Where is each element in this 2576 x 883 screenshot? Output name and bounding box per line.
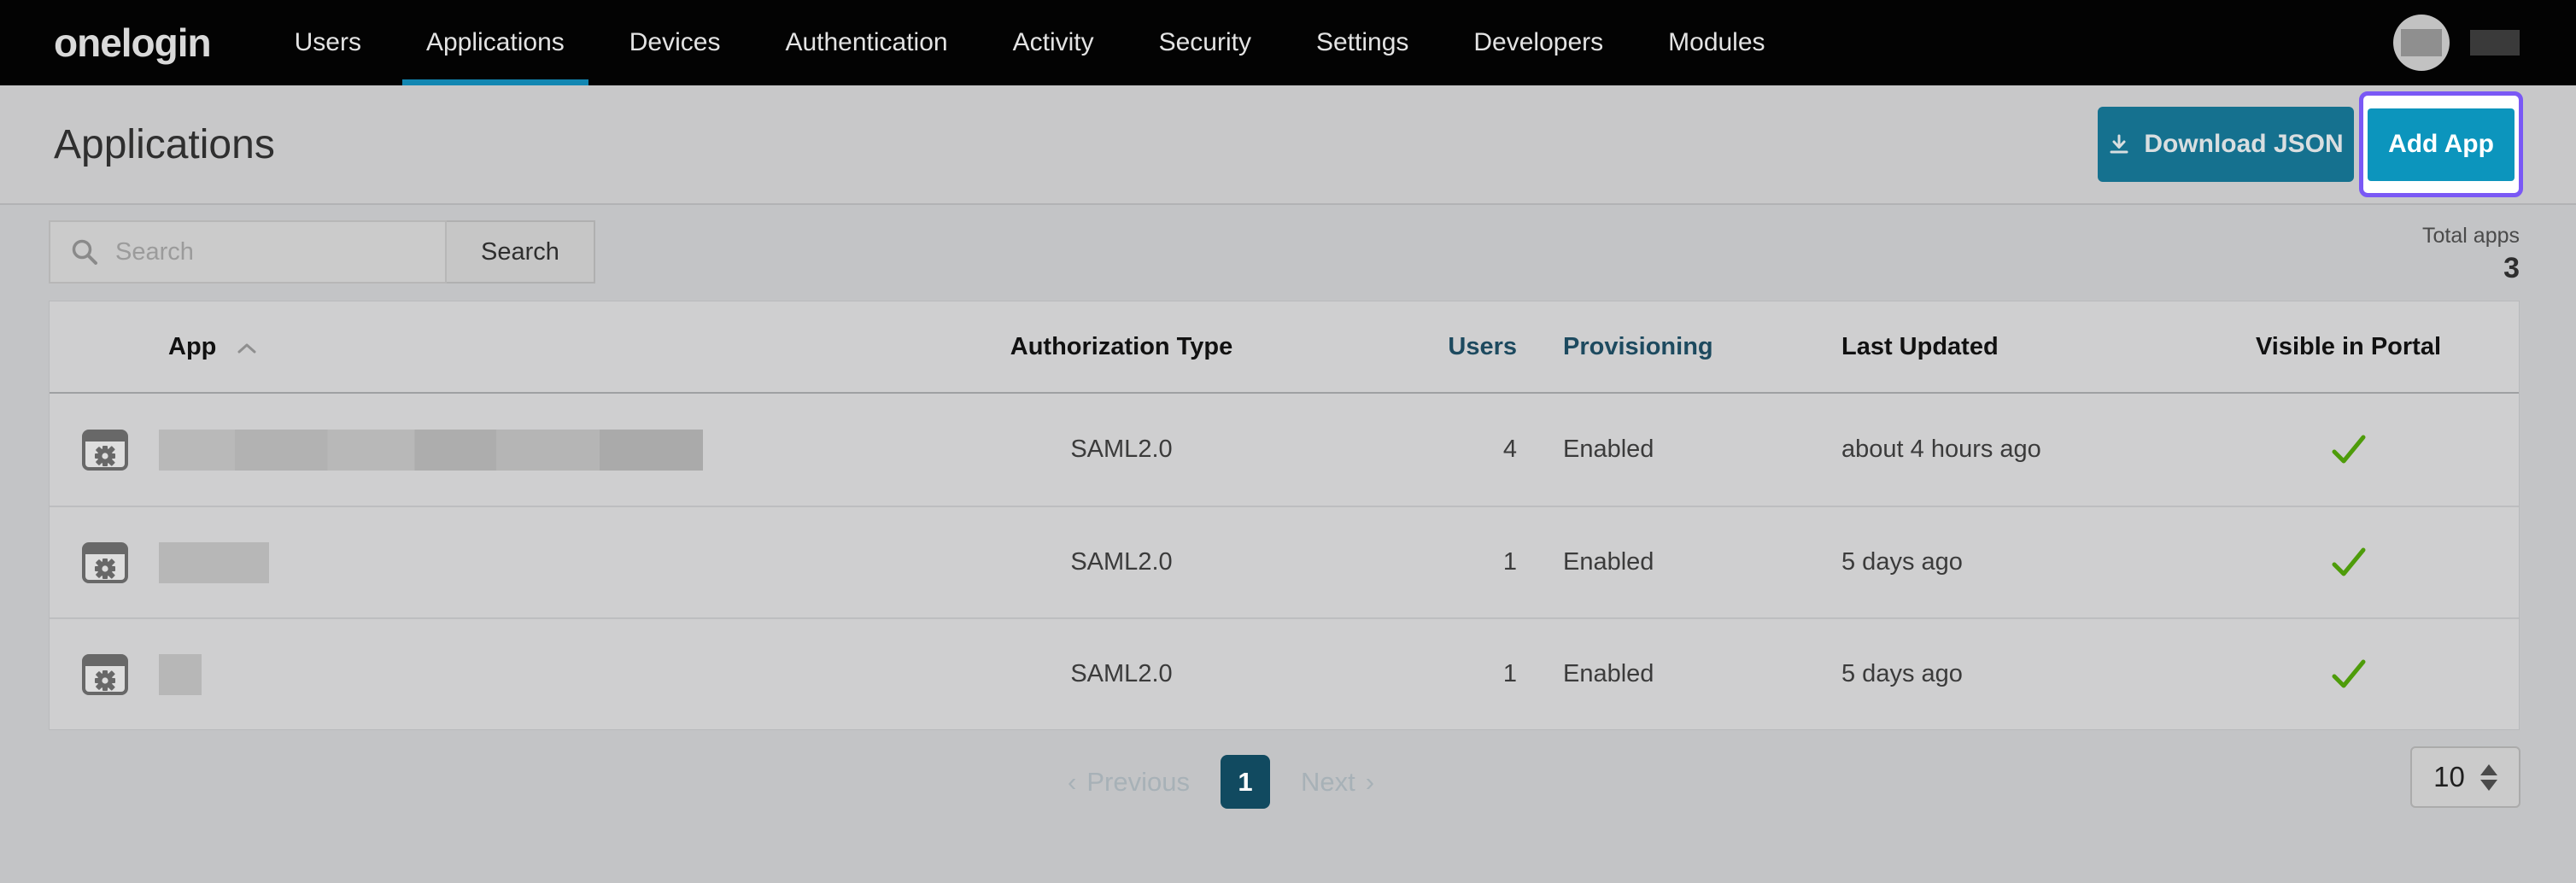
table-row[interactable]: SAML2.0 1 Enabled 5 days ago <box>50 506 2519 617</box>
app-cell <box>50 425 946 475</box>
app-cell <box>50 650 946 699</box>
generic-app-gear-icon <box>82 653 128 695</box>
nav-item-authentication[interactable]: Authentication <box>752 0 980 85</box>
auth-type-cell: SAML2.0 <box>1070 660 1173 687</box>
account-name-redacted[interactable] <box>2470 30 2520 56</box>
total-apps-count: 3 <box>2503 252 2520 284</box>
column-header-app[interactable]: App <box>50 333 946 361</box>
spinner-arrows-icon[interactable] <box>2479 763 2497 791</box>
page-header: Applications Download JSON Add App <box>0 85 2576 205</box>
users-count-cell: 4 <box>1502 436 1517 463</box>
search-input-box <box>49 220 447 284</box>
search-bar: Search <box>49 220 595 284</box>
applications-table: App Authorization Type Users Provisionin… <box>49 301 2520 730</box>
table-header-row: App Authorization Type Users Provisionin… <box>50 301 2519 394</box>
avatar-redacted-image <box>2401 29 2442 56</box>
nav-item-security[interactable]: Security <box>1127 0 1284 85</box>
generic-app-gear-icon <box>82 429 128 471</box>
users-count-cell: 1 <box>1502 548 1517 576</box>
user-avatar[interactable] <box>2393 15 2450 71</box>
next-label: Next <box>1300 766 1355 797</box>
onelogin-admin-screen: onelogin Users Applications Devices Auth… <box>0 0 2576 883</box>
auth-type-cell: SAML2.0 <box>1070 548 1173 576</box>
chevron-right-icon: › <box>1365 766 1375 797</box>
last-updated-cell: about 4 hours ago <box>1841 436 2041 463</box>
add-app-highlight-box: Add App <box>2359 91 2523 197</box>
column-header-provisioning[interactable]: Provisioning <box>1517 333 1782 361</box>
search-button[interactable]: Search <box>447 220 595 284</box>
visible-in-portal-cell <box>2178 546 2519 580</box>
nav-item-applications[interactable]: Applications <box>394 0 597 85</box>
nav-item-developers[interactable]: Developers <box>1441 0 1636 85</box>
visible-in-portal-cell <box>2178 658 2519 692</box>
last-updated-cell: 5 days ago <box>1841 548 1963 576</box>
nav-right-cluster <box>2393 0 2520 85</box>
page-size-selector[interactable]: 10 <box>2410 746 2520 808</box>
download-json-button[interactable]: Download JSON <box>2098 107 2354 182</box>
visible-check-icon <box>2332 547 2365 576</box>
column-header-visible-in-portal[interactable]: Visible in Portal <box>2178 333 2519 361</box>
pagination: ‹ Previous 1 Next › <box>1068 755 1374 809</box>
visible-check-icon <box>2332 659 2365 687</box>
total-apps-summary: Total apps 3 <box>2422 224 2520 285</box>
nav-item-users[interactable]: Users <box>262 0 394 85</box>
table-row[interactable]: SAML2.0 4 Enabled about 4 hours ago <box>50 394 2519 506</box>
download-json-label: Download JSON <box>2144 130 2344 158</box>
last-updated-cell: 5 days ago <box>1841 660 1963 687</box>
top-navigation-bar: onelogin Users Applications Devices Auth… <box>0 0 2576 85</box>
previous-page-button[interactable]: ‹ Previous <box>1068 767 1190 798</box>
app-name-redacted <box>159 653 202 695</box>
generic-app-gear-icon <box>82 541 128 583</box>
search-icon <box>72 239 97 265</box>
next-page-button[interactable]: Next › <box>1301 767 1374 798</box>
app-cell <box>50 538 946 588</box>
column-header-last-updated[interactable]: Last Updated <box>1782 333 2178 361</box>
visible-in-portal-cell <box>2178 433 2519 467</box>
column-header-users[interactable]: Users <box>1297 333 1517 361</box>
visible-check-icon <box>2332 435 2365 463</box>
nav-item-settings[interactable]: Settings <box>1284 0 1441 85</box>
previous-label: Previous <box>1086 766 1190 797</box>
header-actions: Download JSON Add App <box>2098 91 2523 197</box>
total-apps-label: Total apps <box>2422 224 2520 248</box>
current-page-button[interactable]: 1 <box>1220 755 1270 809</box>
nav-item-modules[interactable]: Modules <box>1636 0 1797 85</box>
onelogin-logo: onelogin <box>54 20 212 65</box>
provisioning-cell: Enabled <box>1563 660 1654 687</box>
auth-type-cell: SAML2.0 <box>1070 436 1173 463</box>
provisioning-cell: Enabled <box>1563 436 1654 463</box>
users-count-cell: 1 <box>1502 660 1517 687</box>
app-name-redacted <box>159 541 269 583</box>
add-app-button[interactable]: Add App <box>2368 108 2515 181</box>
nav-items: Users Applications Devices Authenticatio… <box>262 0 1798 85</box>
provisioning-cell: Enabled <box>1563 548 1654 576</box>
nav-item-devices[interactable]: Devices <box>597 0 753 85</box>
download-icon <box>2110 134 2128 154</box>
search-input[interactable] <box>115 237 423 266</box>
table-row[interactable]: SAML2.0 1 Enabled 5 days ago <box>50 617 2519 729</box>
chevron-left-icon: ‹ <box>1068 766 1077 797</box>
column-header-authorization-type[interactable]: Authorization Type <box>946 333 1297 361</box>
sort-ascending-icon <box>237 333 257 361</box>
nav-item-activity[interactable]: Activity <box>981 0 1127 85</box>
page-title: Applications <box>54 121 275 167</box>
app-name-redacted <box>159 429 703 471</box>
page-size-value: 10 <box>2433 761 2465 792</box>
